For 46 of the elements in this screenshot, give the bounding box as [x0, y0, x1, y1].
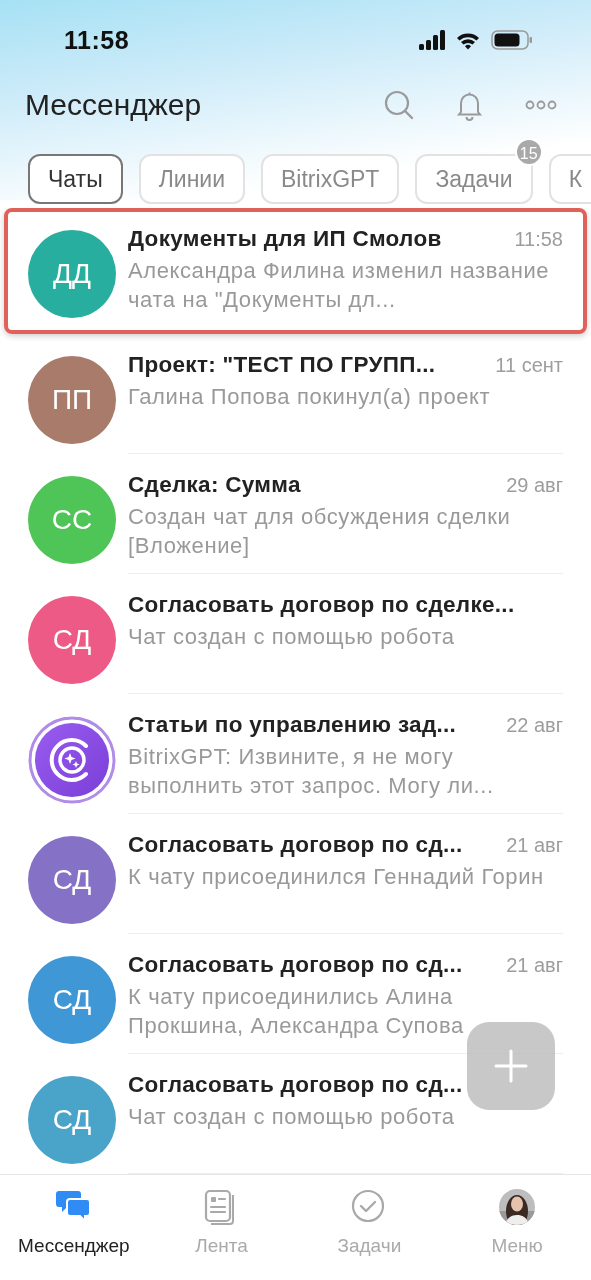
chat-time: 11:58	[514, 228, 563, 251]
message-preview: Чат создан с помощью робота	[128, 1103, 455, 1131]
avatar: СД	[28, 1076, 116, 1164]
avatar: СД	[28, 836, 116, 924]
filter-tab[interactable]: Линии	[138, 154, 246, 204]
more-button[interactable]	[525, 100, 557, 110]
plus-icon	[494, 1049, 528, 1083]
nav-tab[interactable]: Задачи	[295, 1189, 444, 1280]
battery-icon	[491, 30, 533, 50]
chat-title: Проект: "ТЕСТ ПО ГРУПП...	[128, 352, 437, 378]
chat-title: Согласовать договор по сд...	[128, 952, 464, 978]
avatar: СД	[28, 956, 116, 1044]
chat-time: 22 авг	[506, 714, 563, 737]
clock-time: 11:58	[64, 25, 130, 55]
filter-tab[interactable]: К	[548, 154, 591, 204]
message-preview: К чату присоединился Геннадий Горин	[128, 863, 544, 891]
message-preview: Галина Попова покинул(а) проект	[128, 383, 491, 411]
count-badge: 15	[514, 138, 543, 166]
chat-title: Сделка: Сумма	[128, 472, 302, 498]
nav-tab[interactable]: Мессенджер	[0, 1189, 148, 1280]
chat-time: 21 авг	[506, 954, 563, 977]
avatar: СД	[28, 596, 116, 684]
message-preview: Александра Филина изменил название чата на "Документы дл...	[128, 257, 551, 314]
nav-tab[interactable]: Лента	[147, 1189, 296, 1280]
message-preview: Создан чат для обсуждения сделки [Вложение]	[128, 503, 512, 560]
avatar: СС	[28, 476, 116, 564]
chat-time: 11 сент	[495, 354, 563, 377]
message-preview: Чат создан с помощью робота	[128, 623, 455, 651]
nav-tab[interactable]: Меню	[443, 1189, 591, 1280]
chat-title: Согласовать договор по сд...	[128, 1072, 464, 1098]
avatar: ДД	[28, 230, 116, 318]
chat-title: Документы для ИП Смолов	[128, 226, 443, 252]
screen-title: Мессенджер	[25, 88, 203, 122]
chat-title: Согласовать договор по сделке...	[128, 592, 516, 618]
filter-tab[interactable]: Чаты	[28, 154, 123, 204]
chat-title: Согласовать договор по сд...	[128, 832, 464, 858]
chat-title: Статьи по управлению зад...	[128, 712, 458, 738]
add-button[interactable]	[467, 1022, 555, 1110]
filter-tab[interactable]: BitrixGPT	[261, 154, 400, 204]
message-preview: К чату присоединились Алина Прокшина, Александра Супова	[128, 983, 465, 1040]
chat-time: 21 авг	[506, 834, 563, 857]
signal-icon	[419, 30, 445, 50]
message-preview: BitrixGPT: Извините, я не могу выполнить этот запрос. Могу ли...	[128, 743, 495, 800]
avatar: ПП	[28, 356, 116, 444]
chat-time: 29 авг	[506, 474, 563, 497]
search-button[interactable]	[384, 90, 414, 120]
